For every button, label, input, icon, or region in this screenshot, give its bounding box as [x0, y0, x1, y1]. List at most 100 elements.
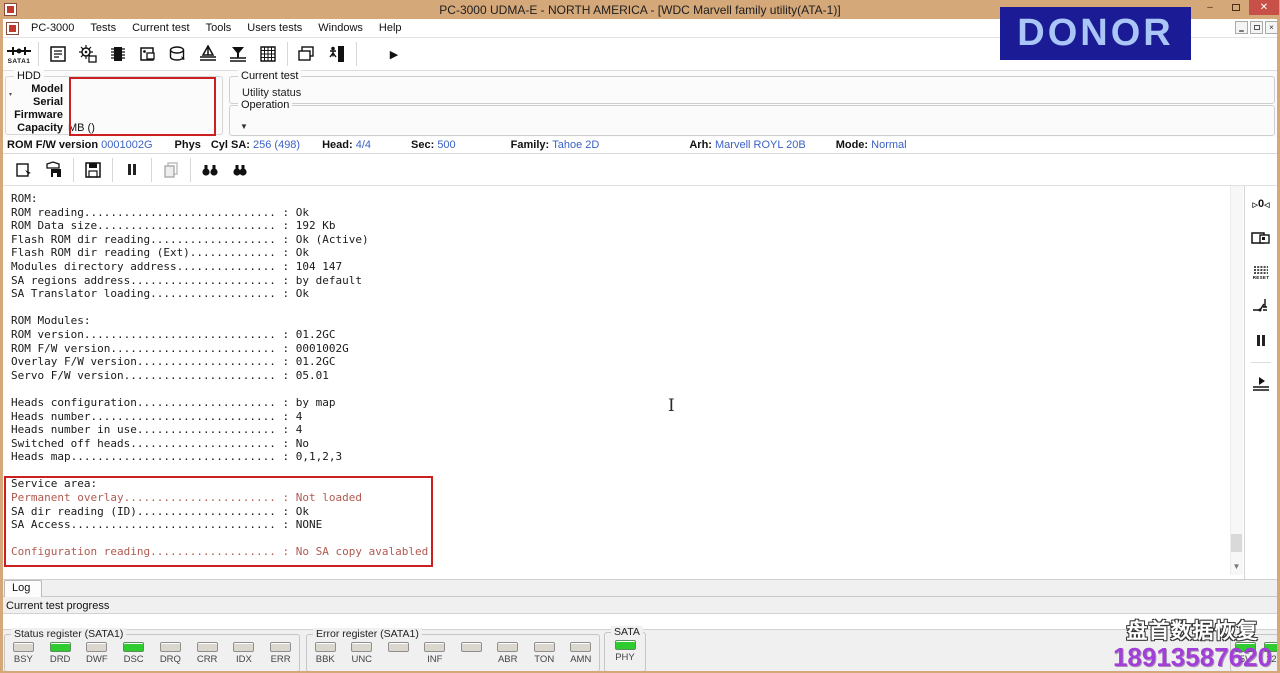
copy-log-button[interactable] — [156, 156, 186, 184]
hdd-field-label: Firmware — [14, 109, 63, 121]
pause-utility-button[interactable] — [1248, 328, 1274, 352]
status-item-value: 4/4 — [355, 139, 372, 151]
log-scrollbar[interactable]: ▼ — [1230, 186, 1243, 575]
log-line: ROM Modules: — [11, 314, 91, 328]
translator-icon — [230, 47, 246, 62]
log-line: Heads number............................… — [11, 409, 303, 423]
reset-counters-button[interactable]: ▷0◁ — [1248, 192, 1274, 216]
firmware-tools-button[interactable] — [73, 39, 103, 69]
operation-group-title: Operation — [238, 99, 293, 111]
save-log-as-icon — [46, 160, 61, 177]
error-register-groupbox: Error register (SATA1) BBK UNC INF ABR TON AMN — [306, 628, 600, 672]
led-label: DSC — [123, 654, 144, 665]
mdi-minimize-button[interactable]: ‗ — [1235, 21, 1248, 34]
current-test-group-title: Current test — [238, 70, 302, 82]
open-log-button[interactable] — [9, 156, 39, 184]
menu-item-windows[interactable]: Windows — [310, 20, 371, 36]
menu-item-current-test[interactable]: Current test — [124, 20, 197, 36]
hdd-group-title: HDD — [14, 70, 44, 82]
menu-item-users-tests[interactable]: Users tests — [239, 20, 310, 36]
gears-icon — [79, 45, 97, 63]
status-item-value: 256 (498) — [253, 139, 301, 151]
run-platter-icon — [1253, 377, 1269, 391]
log-line: Overlay F/W version.....................… — [11, 355, 336, 369]
windows-cascade-button[interactable] — [292, 39, 322, 69]
board-test-button[interactable] — [133, 39, 163, 69]
maximize-icon — [1232, 4, 1240, 11]
sata1-port-button[interactable]: SATA1 — [4, 39, 34, 69]
menu-item-tools[interactable]: Tools — [198, 20, 240, 36]
save-log-button[interactable] — [78, 156, 108, 184]
power-chip-button[interactable] — [1248, 226, 1274, 250]
save-log-as-button[interactable] — [39, 156, 69, 184]
exit-button[interactable] — [322, 39, 352, 69]
chip-card-icon — [1251, 232, 1270, 244]
database-button[interactable] — [163, 39, 193, 69]
scrollbar-thumb[interactable] — [1231, 534, 1242, 552]
toolbar-separator — [356, 42, 357, 66]
register-panel: Status register (SATA1) BSY DRD DWF DSC DRQ CR… — [0, 626, 1280, 673]
find-button[interactable] — [195, 156, 225, 184]
unc-led-indicator — [351, 642, 373, 652]
menu-item-pc-3000[interactable]: PC-3000 — [23, 20, 82, 36]
binoculars-next-icon — [233, 164, 247, 176]
status-item-value: Normal — [871, 139, 907, 151]
unlabeled-led-indicator — [460, 642, 482, 652]
mdi-restore-button[interactable] — [1250, 21, 1263, 34]
close-button[interactable]: ✕ — [1249, 0, 1279, 15]
rom-chip-button[interactable] — [103, 39, 133, 69]
led-phy: PHY — [608, 640, 642, 663]
exit-door-icon — [329, 46, 344, 62]
scrollbar-down-arrow[interactable]: ▼ — [1231, 561, 1242, 573]
chip-icon — [111, 47, 125, 61]
led-err: ERR — [264, 642, 298, 665]
log-tab[interactable]: Log — [4, 580, 42, 597]
run-utility-button[interactable] — [1248, 373, 1274, 397]
copy-pages-icon — [298, 46, 314, 61]
status-item-label: Arh: — [689, 139, 716, 151]
led-unlabeled — [454, 642, 488, 654]
hdd-field-firmware: Firmware — [6, 109, 222, 122]
sata1-port-icon — [7, 46, 31, 55]
heads-tools-button[interactable] — [193, 39, 223, 69]
status-item-label: Sec: — [411, 139, 438, 151]
pause-log-button[interactable] — [117, 156, 147, 184]
log-blank-line — [11, 382, 1231, 396]
led-label: DRQ — [159, 654, 181, 665]
floppy-icon — [85, 161, 101, 178]
power-switch-button[interactable] — [1248, 294, 1274, 318]
led-bbk: BBK — [308, 642, 342, 665]
drive-info-button[interactable] — [43, 39, 73, 69]
reset-button[interactable]: RESET — [1248, 260, 1274, 284]
menu-item-tests[interactable]: Tests — [82, 20, 124, 36]
translator-button[interactable] — [223, 39, 253, 69]
log-output[interactable]: ROM: ROM reading.........................… — [3, 186, 1231, 579]
status-item-value: Marvell ROYL 20B — [715, 139, 806, 151]
menu-item-help[interactable]: Help — [371, 20, 410, 36]
log-line: ROM F/W version.........................… — [11, 341, 349, 355]
operation-dropdown-arrow[interactable]: ▼ — [240, 122, 248, 131]
led-crr: CRR — [190, 642, 224, 665]
hdd-field-model: Model — [6, 83, 222, 96]
drd-led-indicator — [49, 642, 71, 652]
led-5v: 5V — [1231, 642, 1260, 665]
led-ton: TON — [527, 642, 561, 665]
defect-table-button[interactable] — [253, 39, 283, 69]
log-line: SA Translator loading...................… — [11, 287, 310, 301]
log-line: ROM reading.............................… — [11, 205, 310, 219]
crr-led-indicator — [196, 642, 218, 652]
status-cyl-sa: Cyl SA: 256 (498) — [211, 139, 300, 151]
minimize-button[interactable]: – — [1197, 0, 1223, 15]
maximize-button[interactable] — [1223, 0, 1249, 15]
info-panel: HDD ▾ Model Serial Firmware Capacity MB () C… — [3, 70, 1277, 137]
hdd-dropdown-marker[interactable]: ▾ — [9, 91, 12, 98]
find-next-button[interactable] — [225, 156, 255, 184]
led-drd: DRD — [43, 642, 77, 665]
window-frame-left — [0, 19, 3, 673]
sata-groupbox: SATA PHY — [604, 626, 646, 672]
log-line: Service area: — [11, 477, 98, 491]
status-item-value: 500 — [437, 139, 456, 151]
amn-led-indicator — [570, 642, 592, 652]
status-item-value: Tahoe 2D — [552, 139, 600, 151]
toolbar-more-button[interactable]: ▶ — [379, 39, 409, 69]
